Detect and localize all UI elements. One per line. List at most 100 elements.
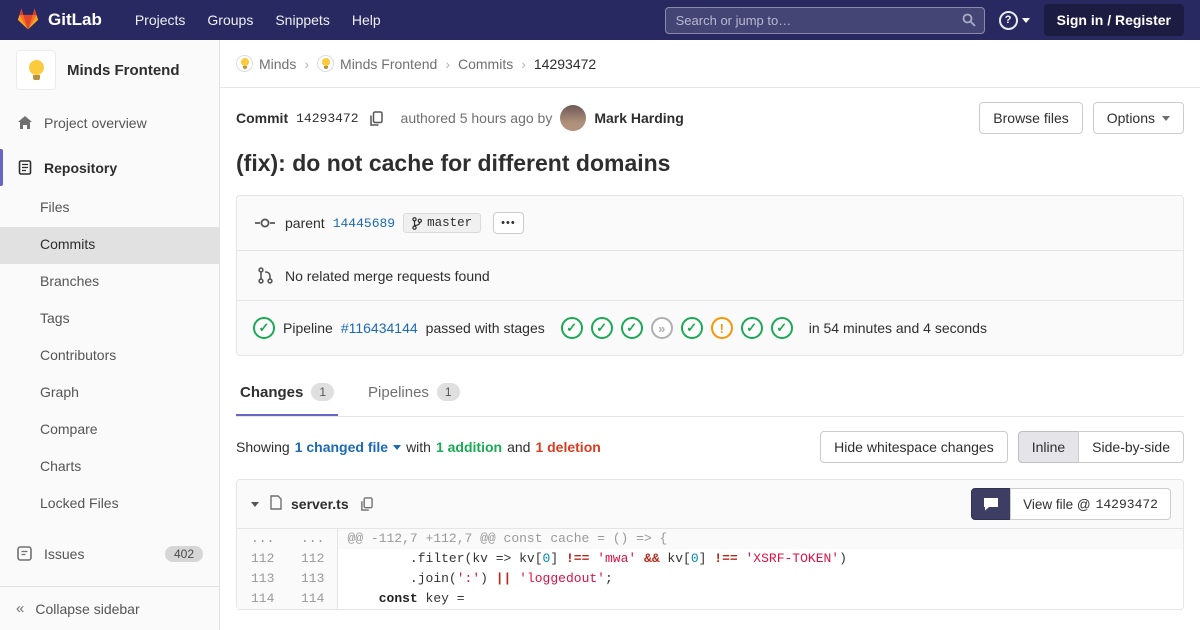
project-name: Minds Frontend	[67, 61, 180, 79]
author-avatar[interactable]	[560, 105, 587, 131]
sidebar-item-branches[interactable]: Branches	[0, 264, 219, 301]
options-label: Options	[1106, 110, 1155, 126]
side-by-side-view-button[interactable]: Side-by-side	[1078, 431, 1184, 463]
sidebar-item-project-overview[interactable]: Project overview	[0, 100, 219, 145]
author-name-link[interactable]: Mark Harding	[594, 110, 683, 126]
new-line-number[interactable]: 113	[287, 569, 338, 589]
pipeline-id-link[interactable]: #116434144	[341, 320, 418, 336]
expand-refs-button[interactable]: •••	[493, 212, 524, 234]
nav-item-snippets[interactable]: Snippets	[264, 12, 340, 28]
sidebar-item-graph[interactable]: Graph	[0, 375, 219, 412]
parent-label: parent	[285, 215, 325, 231]
breadcrumb-item-minds-frontend[interactable]: Minds Frontend	[317, 55, 437, 72]
sidebar-item-files[interactable]: Files	[0, 190, 219, 227]
project-context[interactable]: Minds Frontend	[0, 40, 219, 100]
pipeline-label: Pipeline	[283, 320, 333, 336]
comment-icon	[984, 498, 999, 511]
sidebar-item-charts[interactable]: Charts	[0, 449, 219, 486]
sidebar-item-label: Project overview	[44, 114, 147, 131]
pipeline-stage-skipped-icon[interactable]: »	[650, 317, 673, 339]
sign-in-button[interactable]: Sign in / Register	[1043, 4, 1184, 36]
search-box	[664, 6, 985, 34]
diff-file-card: server.ts View file @ 14293472 ... ... @…	[236, 479, 1184, 610]
options-dropdown-button[interactable]: Options	[1092, 102, 1184, 134]
sidebar-item-locked-files[interactable]: Locked Files	[0, 486, 219, 523]
collapse-diff-icon[interactable]	[249, 500, 261, 509]
project-avatar	[16, 50, 56, 90]
old-line-number[interactable]: 112	[237, 549, 287, 569]
old-line-number[interactable]: 113	[237, 569, 287, 589]
breadcrumb-item-14293472[interactable]: 14293472	[534, 56, 596, 72]
file-actions: View file @ 14293472	[971, 488, 1171, 520]
search-icon[interactable]	[962, 13, 976, 30]
authored-text: authored 5 hours ago by	[400, 110, 553, 126]
pipeline-stage-warning-icon[interactable]: !	[710, 317, 733, 339]
hide-whitespace-button[interactable]: Hide whitespace changes	[820, 431, 1008, 463]
sidebar-item-issues[interactable]: Issues 402	[0, 531, 219, 576]
parent-sha-link[interactable]: 14445689	[333, 216, 395, 231]
copy-sha-button[interactable]	[367, 109, 385, 128]
inline-view-button[interactable]: Inline	[1017, 431, 1080, 463]
pipeline-status-icon[interactable]: ✓	[253, 317, 275, 339]
diff-line: ...... @@ -112,7 +112,7 @@ const cache = …	[237, 529, 1183, 549]
repository-submenu: Files Commits Branches Tags Contributors Grap…	[0, 190, 219, 523]
sidebar-item-compare[interactable]: Compare	[0, 412, 219, 449]
pipeline-stage-passed-icon[interactable]: ✓	[590, 317, 613, 339]
breadcrumb-label: Commits	[457, 55, 514, 72]
breadcrumb-item-minds[interactable]: Minds	[236, 55, 296, 72]
issues-icon	[16, 546, 33, 561]
new-line-number[interactable]: 114	[287, 589, 338, 609]
branch-icon	[412, 216, 423, 230]
browse-files-button[interactable]: Browse files	[979, 102, 1083, 134]
view-file-button[interactable]: View file @ 14293472	[1010, 488, 1171, 520]
double-chevron-left-icon	[16, 600, 24, 617]
view-file-sha: 14293472	[1095, 496, 1158, 512]
issues-count-badge: 402	[164, 545, 203, 562]
collapse-sidebar-label: Collapse sidebar	[35, 600, 140, 617]
changed-files-label: 1 changed file	[294, 439, 389, 455]
file-icon	[270, 495, 282, 513]
sidebar-item-tags[interactable]: Tags	[0, 301, 219, 338]
nav-item-help[interactable]: Help	[341, 12, 392, 28]
breadcrumb-item-commits[interactable]: Commits	[458, 56, 513, 72]
tab-pipelines[interactable]: Pipelines 1	[364, 370, 464, 416]
diff-mode-toggle: Inline Side-by-side	[1017, 431, 1184, 463]
gitlab-logo[interactable]: GitLab	[16, 7, 102, 33]
new-line-number[interactable]: 112	[287, 549, 338, 569]
code-line: const key =	[378, 591, 465, 606]
sidebar-item-commits[interactable]: Commits	[0, 227, 219, 264]
sidebar-item-repository[interactable]: Repository	[0, 145, 219, 190]
pipeline-stage-passed-icon[interactable]: ✓	[560, 317, 583, 339]
nav-item-groups[interactable]: Groups	[196, 12, 264, 28]
new-line-number: ...	[287, 529, 338, 549]
nav-item-projects[interactable]: Projects	[124, 12, 197, 28]
help-dropdown[interactable]: ?	[998, 10, 1030, 30]
diff-line: 113 113 .join(':') || 'loggedout';	[237, 569, 1183, 589]
diff-table: ...... @@ -112,7 +112,7 @@ const cache = …	[237, 529, 1183, 609]
diff-file-header: server.ts View file @ 14293472	[237, 480, 1183, 529]
with-label: with	[406, 439, 431, 455]
pipeline-stage-passed-icon[interactable]: ✓	[740, 317, 763, 339]
tab-changes[interactable]: Changes 1	[236, 370, 339, 416]
sidebar-item-label: Issues	[44, 545, 85, 562]
changed-files-dropdown[interactable]: 1 changed file	[294, 439, 402, 455]
pipeline-stage-passed-icon[interactable]: ✓	[770, 317, 793, 339]
copy-icon	[369, 110, 383, 126]
sidebar-item-contributors[interactable]: Contributors	[0, 338, 219, 375]
branch-label[interactable]: master	[403, 213, 482, 233]
breadcrumb-label: Minds Frontend	[340, 55, 438, 72]
help-icon: ?	[998, 10, 1018, 30]
view-file-label: View file @	[1023, 496, 1091, 512]
breadcrumb-separator: ›	[304, 55, 310, 72]
code-line: .filter(kv => kv[0] !== 'mwa' && kv[0] !…	[347, 551, 847, 566]
old-line-number[interactable]: 114	[237, 589, 287, 609]
chevron-down-icon	[1162, 115, 1170, 121]
file-name[interactable]: server.ts	[291, 496, 349, 512]
pipeline-duration: in 54 minutes and 4 seconds	[808, 320, 987, 336]
toggle-comments-button[interactable]	[971, 488, 1012, 520]
copy-file-path-button[interactable]	[358, 495, 375, 513]
collapse-sidebar-button[interactable]: Collapse sidebar	[0, 586, 219, 630]
search-input[interactable]	[664, 6, 985, 34]
pipeline-stage-passed-icon[interactable]: ✓	[680, 317, 703, 339]
pipeline-stage-passed-icon[interactable]: ✓	[620, 317, 643, 339]
